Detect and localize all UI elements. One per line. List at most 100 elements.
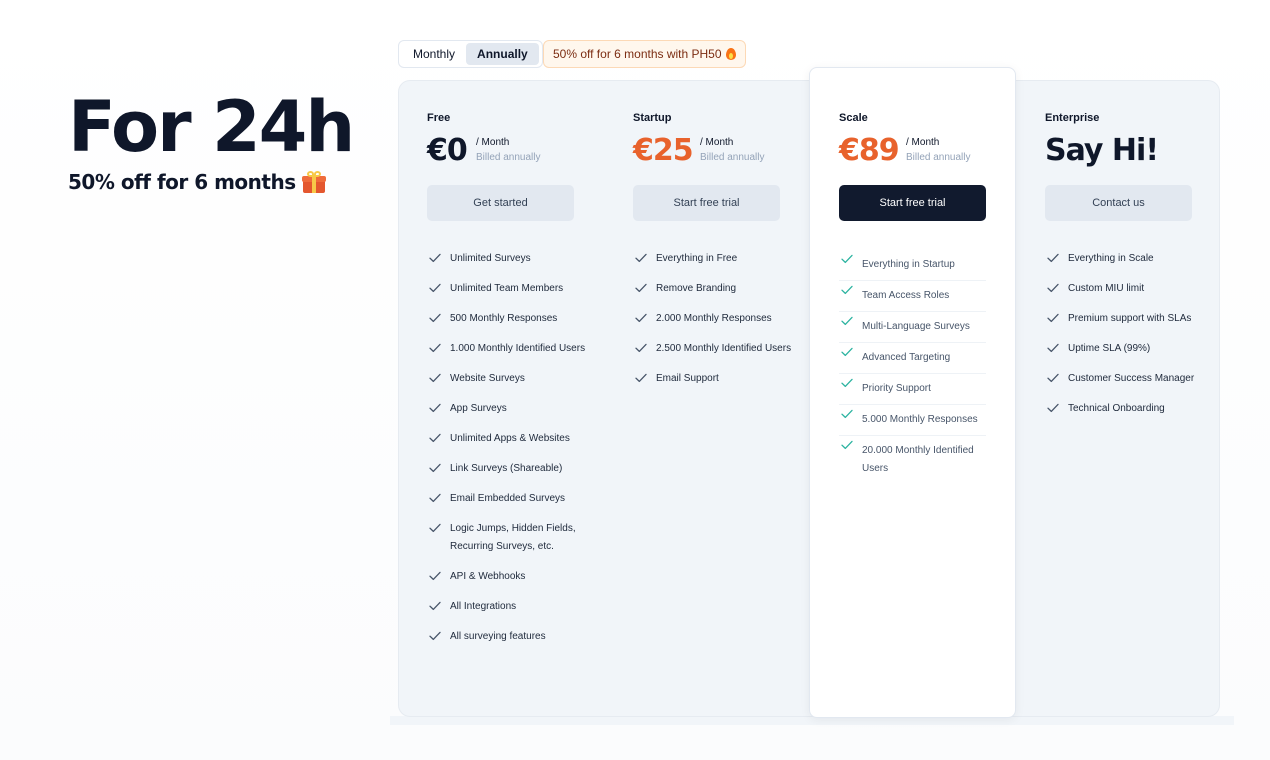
feature-label: 2.000 Monthly Responses [656,313,772,324]
feature-item: All surveying features [427,628,587,646]
feature-label: Email Support [656,373,719,384]
check-icon [429,283,441,293]
feature-label: Premium support with SLAs [1068,313,1192,324]
check-icon [429,343,441,353]
feature-label: Link Surveys (Shareable) [450,463,563,474]
check-icon [429,463,441,473]
check-icon [841,377,853,388]
promo-subtitle: 50% off for 6 months [68,170,296,194]
feature-item: Unlimited Surveys [427,250,587,268]
feature-item: All Integrations [427,598,587,616]
check-icon [429,523,441,533]
get-started-button[interactable]: Get started [427,185,574,221]
check-icon [1047,343,1059,353]
check-icon [1047,313,1059,323]
feature-label: Logic Jumps, Hidden Fields, Recurring Su… [450,523,576,552]
check-icon [1047,403,1059,413]
feature-label: 5.000 Monthly Responses [862,414,978,425]
plan-scale: Scale €89 / Month Billed annually Start … [809,67,1016,718]
feature-item: Email Embedded Surveys [427,490,587,508]
feature-label: Unlimited Apps & Websites [450,433,570,444]
check-icon [429,493,441,503]
feature-label: Everything in Scale [1068,253,1154,264]
feature-item: Logic Jumps, Hidden Fields, Recurring Su… [427,520,587,556]
feature-item: Unlimited Apps & Websites [427,430,587,448]
check-icon [429,571,441,581]
feature-item: Technical Onboarding [1045,400,1210,418]
check-icon [635,373,647,383]
feature-label: Custom MIU limit [1068,283,1145,294]
feature-item: Everything in Free [633,250,793,268]
check-icon [429,253,441,263]
feature-label: Unlimited Team Members [450,283,564,294]
check-icon [841,408,853,419]
billing-toggle: Monthly Annually [398,40,543,68]
check-icon [635,253,647,263]
feature-label: Technical Onboarding [1068,403,1165,414]
start-free-trial-button[interactable]: Start free trial [839,185,986,221]
gift-icon [301,171,326,193]
check-icon [841,346,853,357]
start-free-trial-button[interactable]: Start free trial [633,185,780,221]
feature-label: Customer Success Manager [1068,373,1195,384]
feature-label: 500 Monthly Responses [450,313,558,324]
feature-item: Link Surveys (Shareable) [427,460,587,478]
feature-label: App Surveys [450,403,507,414]
feature-item: Website Surveys [427,370,587,388]
check-icon [429,433,441,443]
check-icon [841,253,853,264]
plan-free: Free €0 / Month Billed annually Get star… [399,81,605,716]
feature-item: 2.000 Monthly Responses [633,310,793,328]
feature-label: Everything in Startup [862,259,955,270]
feature-label: 2.500 Monthly Identified Users [656,343,792,354]
plan-price: €25 [633,133,694,168]
feature-item: Uptime SLA (99%) [1045,340,1210,358]
feature-item: Priority Support [839,374,986,405]
plan-name: Enterprise [1045,112,1100,124]
feature-item: Everything in Scale [1045,250,1210,268]
feature-label: API & Webhooks [450,571,526,582]
plan-enterprise: Enterprise Say Hi! Contact us Everything… [1017,81,1221,716]
plan-name: Scale [839,112,868,124]
feature-item: 1.000 Monthly Identified Users [427,340,587,358]
feature-item: 5.000 Monthly Responses [839,405,986,436]
promo-code-badge: 50% off for 6 months with PH50 [543,40,746,68]
contact-us-button[interactable]: Contact us [1045,185,1192,221]
plan-name: Startup [633,112,672,124]
plan-price: €0 [427,133,468,168]
check-icon [429,403,441,413]
check-icon [429,601,441,611]
feature-item: 20.000 Monthly Identified Users [839,436,986,484]
feature-item: 2.500 Monthly Identified Users [633,340,793,358]
feature-item: Premium support with SLAs [1045,310,1210,328]
feature-item: Advanced Targeting [839,343,986,374]
feature-item: App Surveys [427,400,587,418]
plan-price: €89 [839,133,900,168]
feature-item: Email Support [633,370,793,388]
price-period: / Month [906,137,940,148]
feature-label: 20.000 Monthly Identified Users [862,445,974,474]
check-icon [841,439,853,450]
feature-item: API & Webhooks [427,568,587,586]
price-period: / Month [700,137,734,148]
billing-note: Billed annually [476,152,541,163]
check-icon [635,283,647,293]
check-icon [1047,373,1059,383]
promo-subtitle-row: 50% off for 6 months [68,170,353,194]
feature-label: Team Access Roles [862,290,950,301]
feature-label: Everything in Free [656,253,738,264]
feature-label: All Integrations [450,601,517,612]
billing-option-monthly[interactable]: Monthly [402,43,466,65]
plan-startup: Startup €25 / Month Billed annually Star… [605,81,811,716]
check-icon [1047,253,1059,263]
plan-name: Free [427,112,451,124]
price-period: / Month [476,137,510,148]
plan-price: Say Hi! [1045,133,1159,168]
billing-option-annually[interactable]: Annually [466,43,539,65]
check-icon [841,284,853,295]
feature-list: Everything in Scale Custom MIU limit Premi… [1045,250,1210,430]
check-icon [429,313,441,323]
feature-item: Everything in Startup [839,250,986,281]
feature-label: Uptime SLA (99%) [1068,343,1151,354]
feature-label: All surveying features [450,631,546,642]
